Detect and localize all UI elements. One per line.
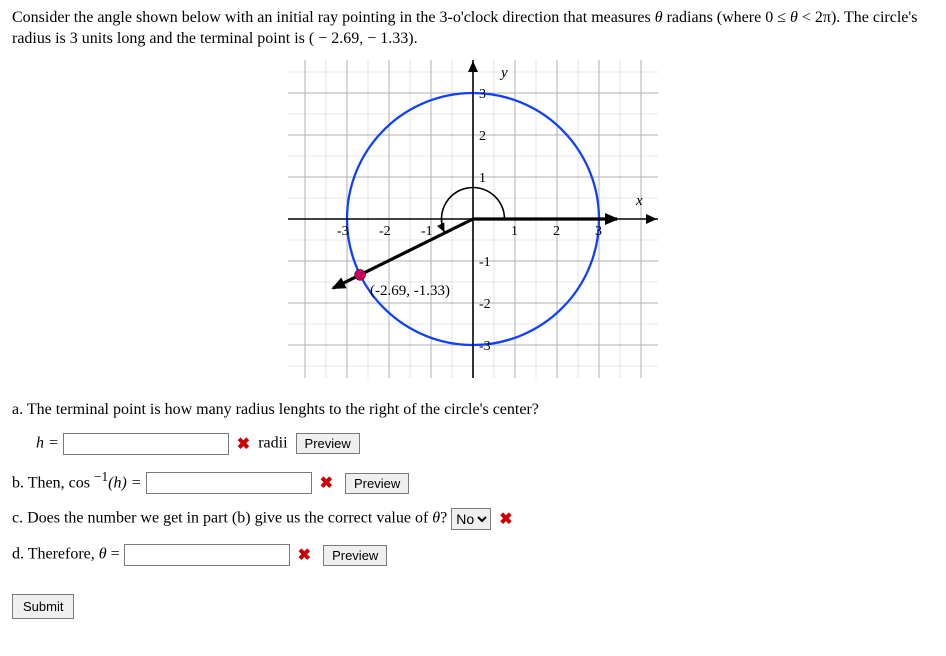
svg-text:1: 1 [479, 171, 486, 186]
part-c-select[interactable]: No [451, 508, 491, 530]
b-post: (h) = [108, 474, 145, 491]
svg-text:3: 3 [595, 224, 602, 239]
c-theta: θ [432, 510, 440, 527]
part-b-row: b. Then, cos −1(h) = ✖ Preview [12, 469, 934, 495]
svg-text:-1: -1 [421, 224, 433, 239]
svg-text:2: 2 [479, 129, 486, 144]
preview-button-d[interactable]: Preview [323, 545, 387, 566]
svg-text:-3: -3 [479, 339, 491, 354]
svg-text:1: 1 [511, 224, 518, 239]
svg-text:-2: -2 [379, 224, 391, 239]
theta-sym: θ [655, 9, 663, 26]
svg-text:x: x [635, 193, 643, 209]
svg-text:(-2.69, -1.33): (-2.69, -1.33) [370, 282, 450, 298]
svg-text:2: 2 [553, 224, 560, 239]
part-c-row: c. Does the number we get in part (b) gi… [12, 508, 934, 530]
part-b-input[interactable] [146, 472, 312, 494]
c-post: ? [440, 510, 451, 527]
preview-button-a[interactable]: Preview [296, 433, 360, 454]
prob-end: . [414, 30, 418, 47]
part-a-text: a. The terminal point is how many radius… [12, 401, 934, 419]
theta-sym2: θ [790, 9, 798, 26]
svg-text:-3: -3 [337, 224, 349, 239]
b-pre: b. Then, cos [12, 474, 94, 491]
svg-text:y: y [499, 65, 508, 81]
prob-pre: Consider the angle shown below with an i… [12, 9, 655, 26]
wrong-icon: ✖ [298, 547, 311, 564]
part-a-input-row: h = ✖ radii Preview [36, 433, 934, 455]
h-label: h = [36, 434, 63, 451]
prob-mid: radians (where 0 ≤ [663, 9, 790, 26]
b-sup: −1 [94, 469, 108, 484]
part-d-input[interactable] [124, 544, 290, 566]
prob-point: ( − 2.69, − 1.33) [309, 30, 414, 47]
svg-text:3: 3 [479, 87, 486, 102]
part-d-row: d. Therefore, θ = ✖ Preview [12, 544, 934, 566]
problem-statement: Consider the angle shown below with an i… [12, 8, 934, 50]
part-a-input[interactable] [63, 433, 229, 455]
d-pre: d. Therefore, [12, 546, 99, 563]
svg-text:-1: -1 [479, 255, 491, 270]
radii-unit: radii [254, 434, 287, 451]
d-theta: θ [99, 546, 107, 563]
wrong-icon: ✖ [499, 511, 512, 528]
wrong-icon: ✖ [320, 475, 333, 492]
c-pre: c. Does the number we get in part (b) gi… [12, 510, 432, 527]
submit-button[interactable]: Submit [12, 594, 74, 619]
d-mid: = [107, 546, 124, 563]
angle-graph: -3-2-1123-3-2-1123yx(-2.69, -1.33) [12, 60, 934, 383]
preview-button-b[interactable]: Preview [345, 473, 409, 494]
wrong-icon: ✖ [237, 436, 250, 453]
svg-text:-2: -2 [479, 297, 491, 312]
